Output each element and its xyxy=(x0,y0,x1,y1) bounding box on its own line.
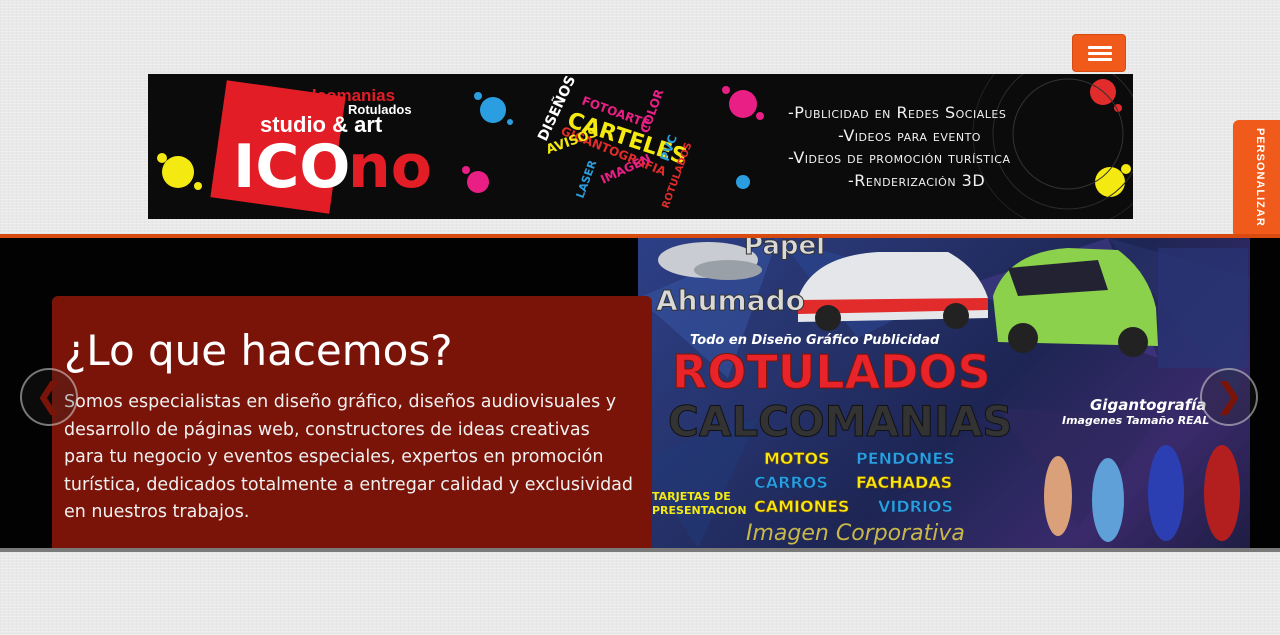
carousel-next-button[interactable]: ❯ xyxy=(1200,368,1258,426)
logo-brand-part2: no xyxy=(348,132,432,202)
hero-slide-image: Papel Ahumado Todo en Diseño Gráfico Pub… xyxy=(638,238,1250,548)
slide-text: PRESENTACION xyxy=(652,504,747,517)
service-item: -Publicidad en Redes Sociales xyxy=(788,103,1007,122)
services-list: -Publicidad en Redes Sociales -Videos pa… xyxy=(788,102,1088,192)
slide-text: Papel xyxy=(744,238,825,261)
wordcloud-word: COLOR xyxy=(638,87,667,135)
hero-description: Somos especialistas en diseño gráfico, d… xyxy=(64,392,634,522)
slide-text: Imagenes Tamaño REAL xyxy=(1062,414,1209,427)
slide-text: MOTOS xyxy=(764,449,830,468)
service-item: -Videos para evento xyxy=(838,125,981,145)
personalize-label: PERSONALIZAR xyxy=(1254,128,1266,227)
carousel-prev-button[interactable]: ❮ xyxy=(20,368,78,426)
slide-text: Gigantografía xyxy=(1090,396,1207,414)
word-cloud: DISEÑOS FOTOARTE COLOR CARTELES PVC GIGA… xyxy=(534,74,694,210)
service-item: -Renderización 3D xyxy=(848,170,986,190)
slide-text: ROTULADOS xyxy=(672,345,991,399)
slide-text: CAMIONES xyxy=(754,497,849,516)
slide-text: CALCOMANIAS xyxy=(668,397,1012,446)
slide-text: TARJETAS DE xyxy=(652,490,731,503)
slide-artwork: Papel Ahumado Todo en Diseño Gráfico Pub… xyxy=(638,238,1250,548)
personalize-tab[interactable]: PERSONALIZAR xyxy=(1233,120,1280,238)
chevron-right-icon: ❯ xyxy=(1214,376,1244,416)
slide-text: Ahumado xyxy=(656,284,805,317)
slide-text: Imagen Corporativa xyxy=(746,521,965,546)
studio-logo: calcomanias Rotulados studio & art ICO n… xyxy=(210,80,432,214)
logo-brand-part1: ICO xyxy=(233,132,350,202)
service-item: -Videos de promoción turística xyxy=(788,148,1011,167)
hero-title: ¿Lo que hacemos? xyxy=(64,326,453,375)
slide-text: FACHADAS xyxy=(856,473,952,492)
slide-text: VIDRIOS xyxy=(878,497,953,516)
hero-carousel: Papel Ahumado Todo en Diseño Gráfico Pub… xyxy=(0,234,1280,552)
menu-toggle-button[interactable] xyxy=(1072,34,1126,72)
slide-text: PENDONES xyxy=(856,449,955,468)
hero-caption: ¿Lo que hacemos? Somos especialistas en … xyxy=(52,296,652,552)
hero-more-button[interactable] xyxy=(68,549,218,552)
wordcloud-word: LASER xyxy=(574,158,600,200)
slide-text: CARROS xyxy=(754,473,828,492)
chevron-left-icon: ❮ xyxy=(34,376,64,416)
header-banner: calcomanias Rotulados studio & art ICO n… xyxy=(148,74,1133,219)
